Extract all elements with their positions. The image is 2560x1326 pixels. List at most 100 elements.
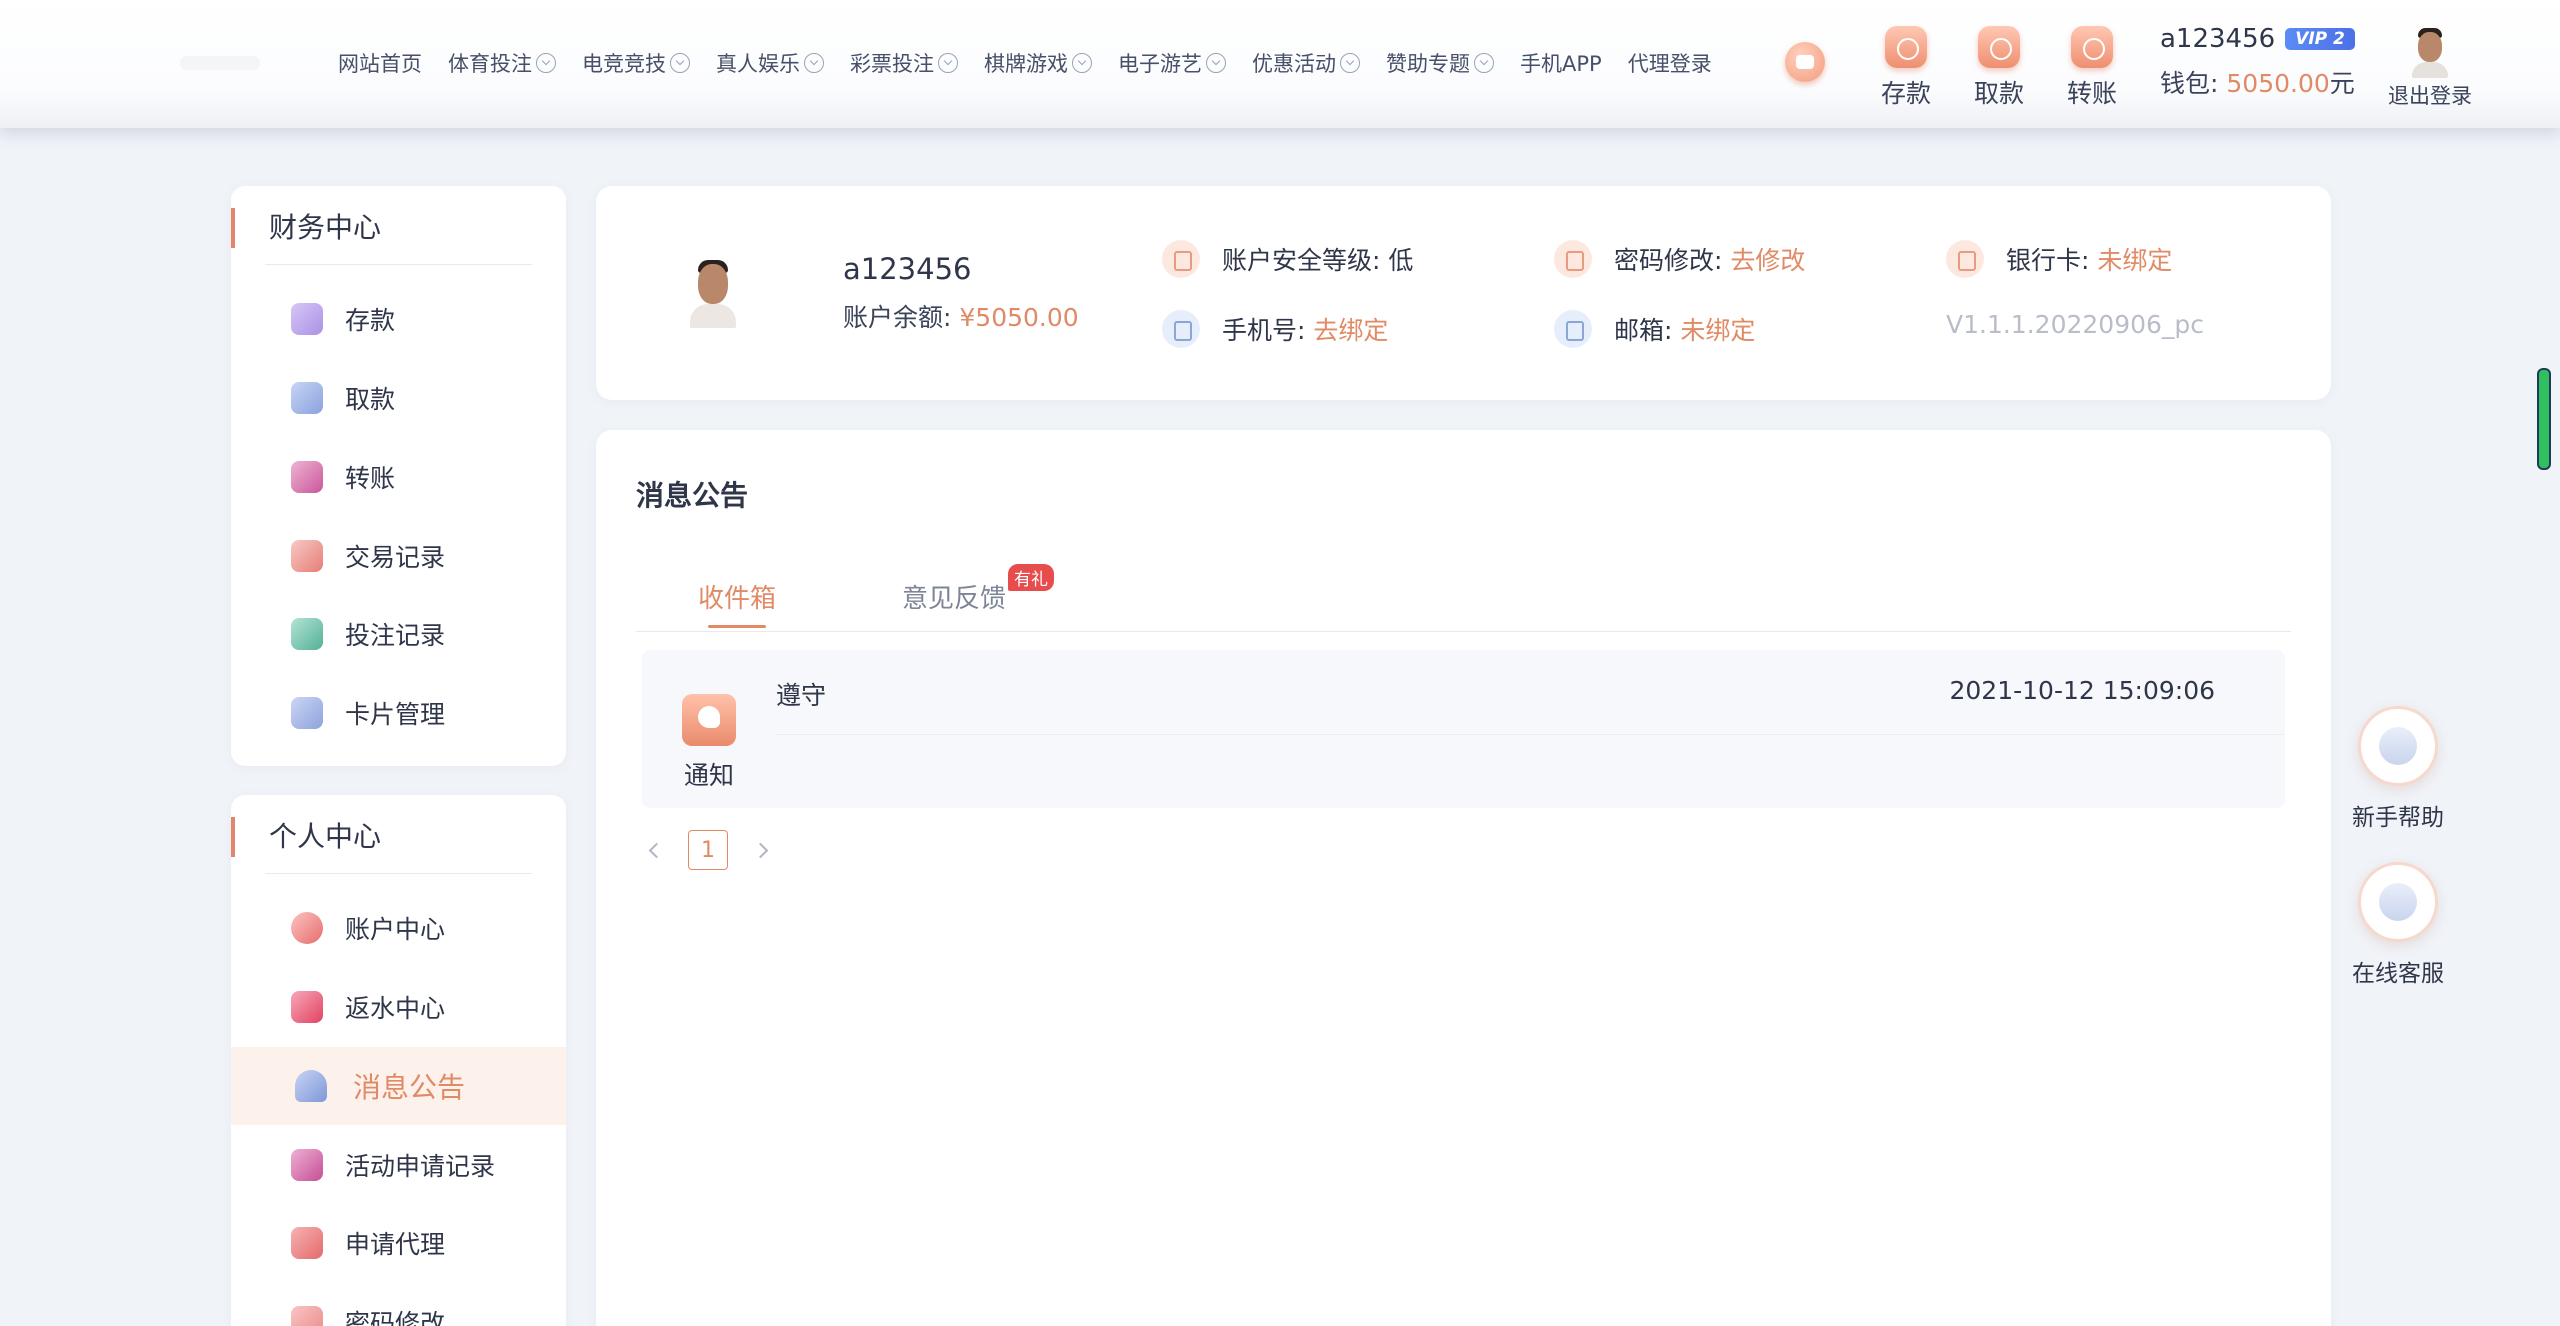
header-username: a123456 bbox=[2160, 24, 2276, 54]
tab-inbox[interactable]: 收件箱 bbox=[698, 550, 776, 628]
help-button[interactable]: 新手帮助 bbox=[2348, 706, 2448, 832]
avatar bbox=[688, 256, 738, 328]
sidebar-item-rebate[interactable]: 返水中心 bbox=[231, 968, 566, 1046]
divider bbox=[265, 264, 532, 265]
nav-live-casino[interactable]: 真人娱乐 bbox=[716, 48, 824, 78]
deposit-icon bbox=[291, 303, 323, 335]
nav-lottery[interactable]: 彩票投注 bbox=[850, 48, 958, 78]
divider bbox=[265, 873, 532, 874]
chevron-left-icon[interactable] bbox=[642, 838, 666, 862]
card-icon bbox=[291, 697, 323, 729]
bind-email-link[interactable]: 未绑定 bbox=[1680, 311, 1755, 347]
nav-agent-login[interactable]: 代理登录 bbox=[1628, 48, 1712, 78]
pagination: 1 bbox=[642, 830, 774, 870]
deposit-icon bbox=[1885, 26, 1927, 68]
sidebar-item-transfer[interactable]: 转账 bbox=[231, 438, 566, 516]
bank-card: 银行卡: 未绑定 bbox=[1946, 240, 2172, 278]
nav-sports[interactable]: 体育投注 bbox=[448, 48, 556, 78]
messages-panel: 消息公告 收件箱 意见反馈 有礼 通知 遵守 2021-10-12 15:09:… bbox=[596, 430, 2331, 1326]
bind-bank-link[interactable]: 未绑定 bbox=[2097, 241, 2172, 277]
change-password-link[interactable]: 去修改 bbox=[1730, 241, 1805, 277]
chevron-down-icon bbox=[804, 53, 824, 73]
version-text: V1.1.1.20220906_pc bbox=[1946, 310, 2205, 339]
robot-icon bbox=[2358, 706, 2438, 786]
transaction-record-icon bbox=[291, 540, 323, 572]
lock-icon bbox=[1554, 240, 1592, 278]
chevron-down-icon bbox=[1072, 53, 1092, 73]
nav-sponsorship[interactable]: 赞助专题 bbox=[1386, 48, 1494, 78]
agent-icon bbox=[291, 1227, 323, 1259]
chevron-right-icon[interactable] bbox=[750, 838, 774, 862]
sidebar-item-transactions[interactable]: 交易记录 bbox=[231, 517, 566, 595]
account-username: a123456 bbox=[843, 252, 972, 286]
withdraw-icon bbox=[291, 382, 323, 414]
tab-feedback[interactable]: 意见反馈 有礼 bbox=[902, 550, 1055, 615]
lock-icon bbox=[291, 1306, 323, 1326]
activity-icon bbox=[291, 1149, 323, 1181]
finance-title: 财务中心 bbox=[231, 208, 381, 248]
password-change: 密码修改: 去修改 bbox=[1554, 240, 1805, 278]
page-number[interactable]: 1 bbox=[688, 830, 728, 870]
wallet: 钱包: 5050.00元 bbox=[2160, 69, 2355, 98]
message-tabs: 收件箱 意见反馈 有礼 bbox=[636, 550, 2291, 632]
chevron-down-icon bbox=[670, 53, 690, 73]
chevron-down-icon bbox=[1206, 53, 1226, 73]
chevron-down-icon bbox=[938, 53, 958, 73]
bind-phone-link[interactable]: 去绑定 bbox=[1313, 311, 1388, 347]
chevron-down-icon bbox=[536, 53, 556, 73]
phone-icon bbox=[1162, 310, 1200, 348]
transfer-icon bbox=[291, 461, 323, 493]
customer-service-button[interactable]: 在线客服 bbox=[2348, 862, 2448, 988]
account-summary: a123456 账户余额: ¥5050.00 账户安全等级: 低 密码修改: 去… bbox=[596, 186, 2331, 400]
sidebar-item-withdraw[interactable]: 取款 bbox=[231, 359, 566, 437]
nav-promotions[interactable]: 优惠活动 bbox=[1252, 48, 1360, 78]
site-logo[interactable] bbox=[180, 56, 260, 70]
avatar bbox=[2410, 26, 2450, 78]
nav-esports[interactable]: 电竞竞技 bbox=[582, 48, 690, 78]
bet-record-icon bbox=[291, 618, 323, 650]
wallet-amount: 5050.00 bbox=[2226, 69, 2330, 98]
security-level: 账户安全等级: 低 bbox=[1162, 240, 1413, 278]
message-icon[interactable] bbox=[1785, 42, 1825, 82]
chevron-down-icon bbox=[1340, 53, 1360, 73]
shield-icon bbox=[1162, 240, 1200, 278]
logout-button[interactable]: 退出登录 bbox=[2385, 26, 2475, 110]
sidebar-item-apply-agent[interactable]: 申请代理 bbox=[231, 1204, 566, 1282]
headset-icon bbox=[2358, 862, 2438, 942]
sidebar-item-cards[interactable]: 卡片管理 bbox=[231, 674, 566, 752]
message-time: 2021-10-12 15:09:06 bbox=[1949, 676, 2215, 705]
list-item[interactable]: 通知 遵守 2021-10-12 15:09:06 bbox=[642, 650, 2285, 808]
withdraw-button[interactable]: 取款 bbox=[1964, 26, 2034, 110]
sidebar-item-deposit[interactable]: 存款 bbox=[231, 280, 566, 358]
account-balance: 账户余额: ¥5050.00 bbox=[843, 303, 1079, 332]
bank-card-icon bbox=[1946, 240, 1984, 278]
bell-icon bbox=[295, 1070, 327, 1102]
rebate-icon bbox=[291, 991, 323, 1023]
phone-number: 手机号: 去绑定 bbox=[1162, 310, 1388, 348]
account-icon bbox=[291, 912, 323, 944]
mail-icon bbox=[1554, 310, 1592, 348]
main-nav: 网站首页 体育投注 电竞竞技 真人娱乐 彩票投注 棋牌游戏 电子游艺 优惠活动 … bbox=[338, 48, 1738, 78]
personal-menu: 个人中心 账户中心 返水中心 消息公告 活动申请记录 申请代理 密码修改 bbox=[231, 795, 566, 1326]
nav-card-games[interactable]: 棋牌游戏 bbox=[984, 48, 1092, 78]
nav-home[interactable]: 网站首页 bbox=[338, 48, 422, 78]
email: 邮箱: 未绑定 bbox=[1554, 310, 1755, 348]
deposit-button[interactable]: 存款 bbox=[1871, 26, 1941, 110]
scroll-indicator[interactable] bbox=[2537, 368, 2551, 470]
nav-mobile-app[interactable]: 手机APP bbox=[1520, 48, 1602, 78]
withdraw-icon bbox=[1978, 26, 2020, 68]
nav-slots[interactable]: 电子游艺 bbox=[1118, 48, 1226, 78]
message-type: 通知 bbox=[684, 761, 735, 790]
user-info: a123456 VIP 2 钱包: 5050.00元 bbox=[2160, 24, 2355, 100]
sidebar-item-bet-records[interactable]: 投注记录 bbox=[231, 595, 566, 673]
personal-title: 个人中心 bbox=[231, 817, 381, 857]
sidebar-item-activity-records[interactable]: 活动申请记录 bbox=[231, 1126, 566, 1204]
sidebar-item-account[interactable]: 账户中心 bbox=[231, 889, 566, 967]
sidebar-item-messages[interactable]: 消息公告 bbox=[231, 1047, 566, 1125]
vip-badge: VIP 2 bbox=[2285, 28, 2355, 50]
chevron-down-icon bbox=[1474, 53, 1494, 73]
page-title: 消息公告 bbox=[636, 479, 749, 512]
sidebar-item-password[interactable]: 密码修改 bbox=[231, 1283, 566, 1326]
divider bbox=[776, 734, 2285, 735]
transfer-button[interactable]: 转账 bbox=[2057, 26, 2127, 110]
